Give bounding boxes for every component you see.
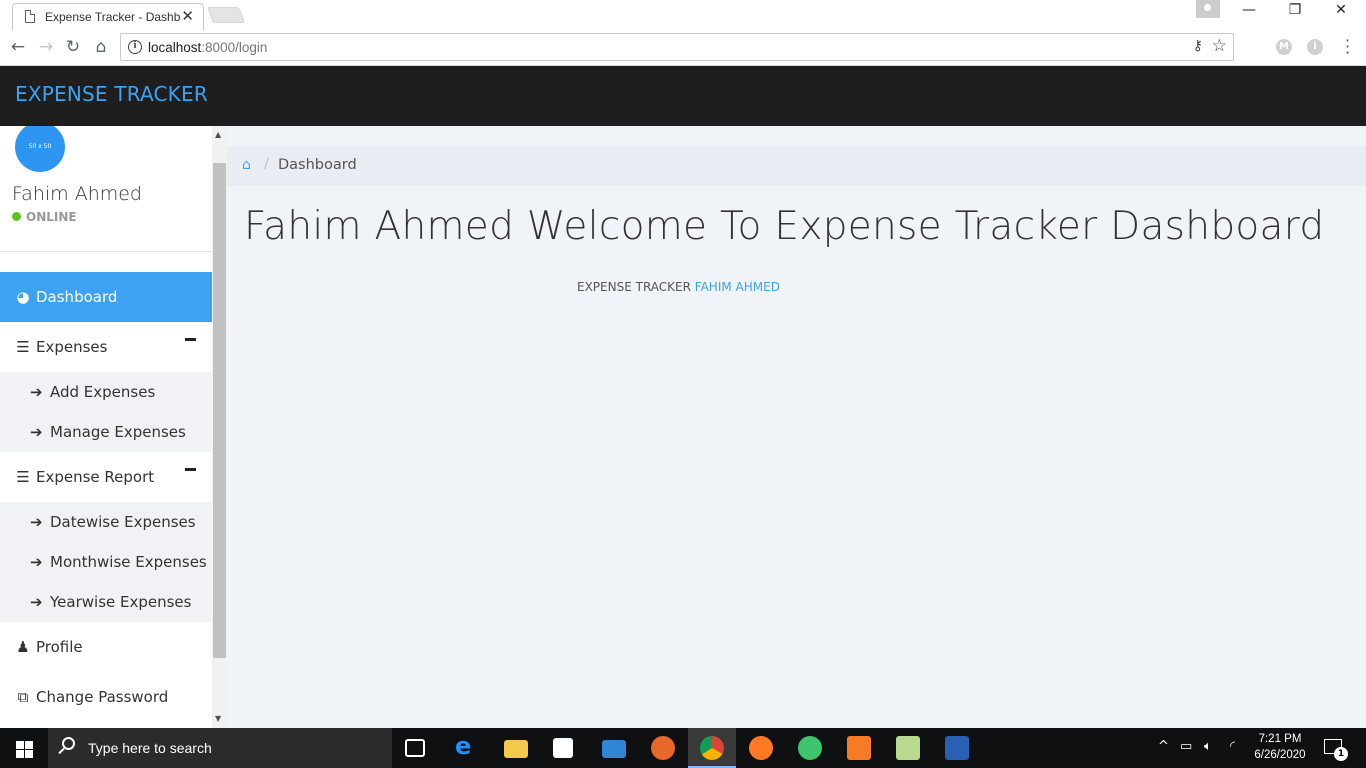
battery-icon[interactable]: ▭	[1180, 739, 1192, 754]
back-arrow-icon[interactable]: ←	[7, 36, 29, 58]
browser-tab[interactable]: Expense Tracker - Dashboard ✕	[12, 3, 204, 31]
tray-overflow-chevron-icon[interactable]: ^	[1158, 739, 1169, 754]
sidebar-item-expenses[interactable]: ☰ Expenses	[0, 322, 212, 372]
new-tab-button[interactable]	[207, 7, 245, 23]
key-icon[interactable]: ⚷	[1193, 38, 1203, 54]
taskbar-clock[interactable]: 7:21 PM 6/26/2020	[1247, 731, 1313, 763]
browser-menu-icon[interactable]: · · ·	[1345, 33, 1350, 61]
online-dot-icon	[12, 212, 21, 221]
dashboard-icon: ◕	[16, 288, 30, 306]
home-icon[interactable]: ⌂	[242, 157, 251, 173]
sidebar-scrollbar[interactable]: ▲ ▼	[212, 126, 227, 728]
sidebar-item-dashboard[interactable]: ◕ Dashboard	[0, 272, 212, 322]
bookmark-star-icon[interactable]: ☆	[1212, 36, 1227, 56]
tab-close-icon[interactable]: ✕	[181, 7, 194, 25]
clock-date: 6/26/2020	[1254, 749, 1306, 761]
user-name: Fahim Ahmed	[12, 183, 142, 205]
forward-arrow-icon[interactable]: →	[35, 36, 57, 58]
volume-icon[interactable]: 🔈︎	[1204, 739, 1212, 754]
atom-editor-icon[interactable]	[798, 736, 822, 760]
firefox-dev-icon[interactable]	[749, 736, 773, 760]
notification-count-badge: 1	[1334, 747, 1348, 761]
firefox-icon[interactable]	[651, 736, 675, 760]
collapse-minus-icon[interactable]	[185, 468, 196, 471]
sidebar-item-monthwise-expenses[interactable]: ➔ Monthwise Expenses	[0, 542, 212, 582]
sidebar-item-expense-report[interactable]: ☰ Expense Report	[0, 452, 212, 502]
breadcrumb-current: Dashboard	[278, 157, 357, 173]
address-bar[interactable]: i localhost:8000/login ⚷ ☆	[120, 33, 1234, 61]
divider	[0, 251, 212, 252]
browser-profile-icon[interactable]	[1196, 0, 1220, 18]
sidebar-item-yearwise-expenses[interactable]: ➔ Yearwise Expenses	[0, 582, 212, 622]
sidebar-item-profile[interactable]: ♟ Profile	[0, 622, 212, 672]
browser-toolbar: ← → ↻ ⌂ i localhost:8000/login ⚷ ☆ M i ·…	[0, 30, 1366, 66]
extension-m-icon[interactable]: M	[1276, 39, 1292, 55]
notepad-plus-icon[interactable]	[896, 736, 920, 760]
file-explorer-icon[interactable]	[504, 740, 528, 758]
mail-icon[interactable]	[602, 740, 626, 758]
restore-button[interactable]: ❐	[1272, 2, 1318, 18]
browser-tab-strip: Expense Tracker - Dashboard ✕ — ❐ ✕	[0, 0, 1366, 31]
close-window-button[interactable]: ✕	[1318, 2, 1364, 18]
scroll-up-arrow-icon[interactable]: ▲	[215, 130, 221, 139]
task-view-icon[interactable]	[405, 739, 425, 757]
status-badge: ONLINE	[12, 210, 77, 224]
extension-info-icon[interactable]: i	[1307, 39, 1323, 55]
search-placeholder: Type here to search	[88, 740, 212, 756]
bars-icon: ☰	[16, 468, 30, 486]
collapse-minus-icon[interactable]	[185, 338, 196, 341]
chrome-icon[interactable]	[700, 736, 724, 760]
arrow-right-icon: ➔	[30, 383, 43, 401]
breadcrumb: ⌂ / Dashboard	[227, 146, 1366, 186]
reload-icon[interactable]: ↻	[62, 36, 84, 58]
sidebar: 50 x 50 Fahim Ahmed ONLINE ◕ Dashboard ☰ E…	[0, 126, 212, 728]
bars-icon: ☰	[16, 338, 30, 356]
clock-time: 7:21 PM	[1258, 733, 1302, 745]
sidebar-item-add-expenses[interactable]: ➔ Add Expenses	[0, 372, 212, 412]
page-title: Fahim Ahmed Welcome To Expense Tracker D…	[244, 204, 1325, 249]
sidebar-item-change-password[interactable]: ⧉ Change Password	[0, 672, 212, 722]
edge-browser-icon[interactable]: e	[455, 732, 479, 760]
arrow-right-icon: ➔	[30, 423, 43, 441]
avatar: 50 x 50	[15, 126, 65, 172]
windows-taskbar: Type here to search e ^ ▭ 🔈︎ ◜ 7:21 PM 6…	[0, 728, 1366, 768]
taskbar-search-box[interactable]: Type here to search	[48, 728, 392, 768]
xampp-icon[interactable]	[847, 736, 871, 760]
arrow-right-icon: ➔	[30, 593, 43, 611]
minimize-button[interactable]: —	[1226, 2, 1272, 18]
main-content: ⌂ / Dashboard Fahim Ahmed Welcome To Exp…	[227, 126, 1366, 728]
url-text: localhost:8000/login	[148, 40, 268, 55]
home-icon[interactable]: ⌂	[90, 36, 112, 58]
powershell-icon[interactable]	[945, 736, 969, 760]
wifi-icon[interactable]: ◜	[1230, 739, 1235, 754]
store-icon[interactable]	[553, 738, 573, 758]
brand-logo-text[interactable]: EXPENSE TRACKER	[15, 82, 208, 106]
tab-title: Expense Tracker - Dashboard	[45, 10, 181, 24]
start-windows-icon[interactable]	[0, 728, 48, 768]
footer-credit: EXPENSE TRACKER FAHIM AHMED	[577, 280, 780, 294]
search-icon	[62, 737, 75, 750]
user-icon: ♟	[16, 638, 30, 656]
copy-icon: ⧉	[17, 688, 29, 706]
breadcrumb-separator: /	[264, 156, 269, 172]
author-link[interactable]: FAHIM AHMED	[695, 280, 780, 294]
site-info-icon[interactable]: i	[128, 40, 142, 54]
scrollbar-thumb[interactable]	[213, 163, 226, 658]
arrow-right-icon: ➔	[30, 513, 43, 531]
app-navbar: EXPENSE TRACKER	[0, 66, 1366, 126]
sidebar-item-datewise-expenses[interactable]: ➔ Datewise Expenses	[0, 502, 212, 542]
arrow-right-icon: ➔	[30, 553, 43, 571]
scroll-down-arrow-icon[interactable]: ▼	[215, 714, 221, 723]
page-icon	[25, 10, 35, 23]
sidebar-item-manage-expenses[interactable]: ➔ Manage Expenses	[0, 412, 212, 452]
